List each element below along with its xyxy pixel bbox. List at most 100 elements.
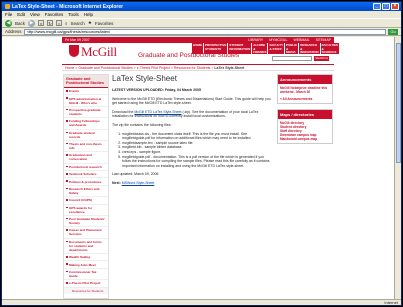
- nav-public[interactable]: PUBLIC & MEDIA: [285, 43, 299, 54]
- intro-text: Welcome to the McGill ETD (Electronic Th…: [112, 96, 271, 106]
- site-search-button[interactable]: SEARCH: [314, 56, 329, 61]
- breadcrumb: Home > Graduate and Postdoctoral Studies…: [62, 64, 334, 71]
- forward-arrow-icon[interactable]: ▶: [28, 19, 36, 27]
- left-nav-item[interactable]: Prospective graduate students: [64, 107, 108, 119]
- maximize-button[interactable]: □: [382, 3, 390, 10]
- next-paragraph: Next: MSWord Style-Sheet: [112, 181, 272, 186]
- nav-faculties[interactable]: FACULTIES & SCHOOLS: [320, 43, 340, 54]
- left-nav-item[interactable]: Documents and forms for students and dep…: [64, 239, 108, 254]
- left-nav-item[interactable]: Career and Placement Services: [64, 227, 108, 239]
- announcements-heading: Announcements: [278, 75, 332, 84]
- nav-alumni[interactable]: ALUMNI & FRIENDS: [252, 43, 268, 54]
- minimize-button[interactable]: _: [373, 3, 381, 10]
- address-input[interactable]: [23, 28, 386, 35]
- menu-favorites[interactable]: Favorites: [45, 12, 64, 17]
- nav-faculty[interactable]: FACULTY & STAFF: [268, 43, 285, 54]
- list-item: mcgilletdguide.pdf - documentation. This…: [122, 155, 272, 169]
- toolbar: ◀ Back ▶ x ↻ ⌂ ⌕ Search ★ Favorites: [2, 18, 401, 28]
- left-nav-item[interactable]: Thesis and non-thesis info: [64, 141, 108, 153]
- browser-window: LaTex Style-Sheet - Microsoft Internet E…: [1, 1, 402, 306]
- address-bar: Address Go: [2, 28, 401, 36]
- maps-heading: Maps / directories: [278, 110, 332, 119]
- list-item: mcgilletdclass.cls - the document class …: [122, 132, 272, 141]
- status-zone: Internet: [384, 300, 398, 305]
- back-arrow-icon[interactable]: ◀: [5, 19, 12, 27]
- nav-research[interactable]: RESEARCH & INNOVATION: [299, 43, 320, 54]
- next-label: Next:: [112, 180, 122, 185]
- search-label[interactable]: Search: [71, 21, 85, 26]
- download-size: (.zip).: [181, 109, 193, 114]
- left-nav-item[interactable]: Post Graduate Students' Society: [64, 216, 108, 228]
- left-nav-item[interactable]: Events: [64, 88, 108, 96]
- menu-bar: File Edit View Favorites Tools Help: [2, 11, 401, 18]
- title-bar[interactable]: LaTex Style-Sheet - Microsoft Internet E…: [2, 2, 401, 11]
- breadcrumb-current: LaTex Style-Sheet: [214, 66, 245, 70]
- breadcrumb-path[interactable]: Home > Graduate and Postdoctoral Studies…: [65, 66, 214, 70]
- site-search-input[interactable]: [272, 56, 312, 61]
- left-nav-item[interactable]: e-Thesis Pilot Project: [64, 280, 108, 288]
- latest-version-notice: LATEST VERSION UPLOADED: Friday, 04 Marc…: [112, 88, 201, 92]
- all-announcements-link[interactable]: » All Announcements: [280, 97, 330, 101]
- top-link-sitemap[interactable]: SITEMAP: [316, 38, 331, 42]
- left-nav-item[interactable]: Postdoctoral research: [64, 164, 108, 171]
- left-nav-item[interactable]: Graduation and convocation: [64, 152, 108, 164]
- left-nav-item[interactable]: Policies & procedures: [64, 178, 108, 186]
- next-link[interactable]: MSWord Style-Sheet: [122, 181, 155, 185]
- favorites-star-icon[interactable]: ★: [88, 20, 92, 26]
- maps-link[interactable]: Macdonald campus map: [280, 137, 330, 141]
- status-bar: Internet: [2, 299, 401, 305]
- left-nav: Graduate and Postdoctoral Studies Events…: [63, 74, 109, 299]
- mcgill-crest-icon[interactable]: [69, 45, 79, 57]
- top-link-webmail[interactable]: WEBMAIL: [293, 38, 309, 42]
- stylesheet-download-link[interactable]: McGill ETD LaTex Style-Sheet: [134, 110, 181, 114]
- left-nav-subitem[interactable]: Resources for Students: [64, 287, 108, 294]
- menu-help[interactable]: Help: [84, 12, 93, 17]
- address-label: Address: [5, 29, 22, 34]
- left-nav-heading[interactable]: Graduate and Postdoctoral Studies: [64, 75, 108, 88]
- scrollbar-thumb[interactable]: [396, 43, 401, 163]
- menu-file[interactable]: File: [5, 12, 12, 17]
- announcements-box: Announcements McGill Nobelprize deadline…: [277, 74, 333, 104]
- last-updated: Last updated: March 09, 2006: [112, 172, 159, 177]
- download-paragraph: Download the McGill ETD LaTex Style-Shee…: [112, 110, 272, 119]
- top-link-mymcgill[interactable]: MYMCGILL: [269, 38, 287, 42]
- left-nav-item[interactable]: Making Jobs Meet: [64, 261, 108, 269]
- left-nav-item[interactable]: Textbook Scholars: [64, 171, 108, 179]
- back-label[interactable]: Back: [15, 21, 25, 26]
- top-link-library[interactable]: LIBRARY: [248, 38, 263, 42]
- left-nav-item[interactable]: Commissioner Tax Guide: [64, 269, 108, 281]
- page-content: Fri Mar 09 2007 LIBRARY MYMCGILL WEBMAIL…: [2, 37, 394, 299]
- main-nav: HOME PROSPECTIVE STUDENTS STUDENT INFORM…: [192, 43, 340, 54]
- file-list: mcgilletdclass.cls - the document class …: [122, 132, 272, 169]
- favorites-label[interactable]: Favorites: [95, 21, 114, 26]
- home-icon[interactable]: ⌂: [56, 20, 63, 26]
- left-nav-item[interactable]: GPS awards for excellence: [64, 205, 108, 216]
- nav-prospective[interactable]: PROSPECTIVE STUDENTS: [204, 43, 228, 54]
- nav-student-info[interactable]: STUDENT INFORMATION: [228, 43, 252, 54]
- download-pre: Download the: [112, 109, 135, 114]
- right-column: Announcements McGill Nobelprize deadline…: [277, 74, 333, 149]
- mcgill-logo[interactable]: McGill: [81, 44, 117, 60]
- left-nav-item[interactable]: Wealth Sailing: [64, 254, 108, 262]
- stop-icon[interactable]: x: [38, 20, 45, 26]
- maps-box: Maps / directories McGill directory Stud…: [277, 109, 333, 144]
- menu-edit[interactable]: Edit: [17, 12, 25, 17]
- main-article: LaTex Style-Sheet LATEST VERSION UPLOADE…: [112, 74, 272, 299]
- menu-tools[interactable]: Tools: [68, 12, 79, 17]
- nav-home[interactable]: HOME: [192, 43, 203, 54]
- search-icon[interactable]: ⌕: [65, 21, 68, 26]
- menu-view[interactable]: View: [30, 12, 40, 17]
- refresh-icon[interactable]: ↻: [47, 20, 54, 26]
- close-button[interactable]: ×: [391, 3, 399, 10]
- go-button[interactable]: Go: [388, 28, 398, 35]
- left-nav-item[interactable]: Graduate student records: [64, 130, 108, 141]
- announcement-link[interactable]: McGill Nobelprize deadline this weekend …: [280, 86, 330, 94]
- site-header: McGill Graduate and Postdoctoral Studies…: [62, 43, 340, 63]
- vertical-scrollbar[interactable]: [394, 37, 401, 299]
- left-nav-item[interactable]: GPS administration at McGill - Who's who: [64, 95, 108, 107]
- site-date: Fri Mar 09 2007: [65, 38, 90, 42]
- left-nav-item[interactable]: Research Ethics and Safety: [64, 186, 108, 198]
- left-nav-item[interactable]: Funding Fellowships and Awards: [64, 118, 108, 130]
- left-nav-item[interactable]: Council (CGPS): [64, 197, 108, 205]
- page-title: LaTex Style-Sheet: [112, 74, 177, 83]
